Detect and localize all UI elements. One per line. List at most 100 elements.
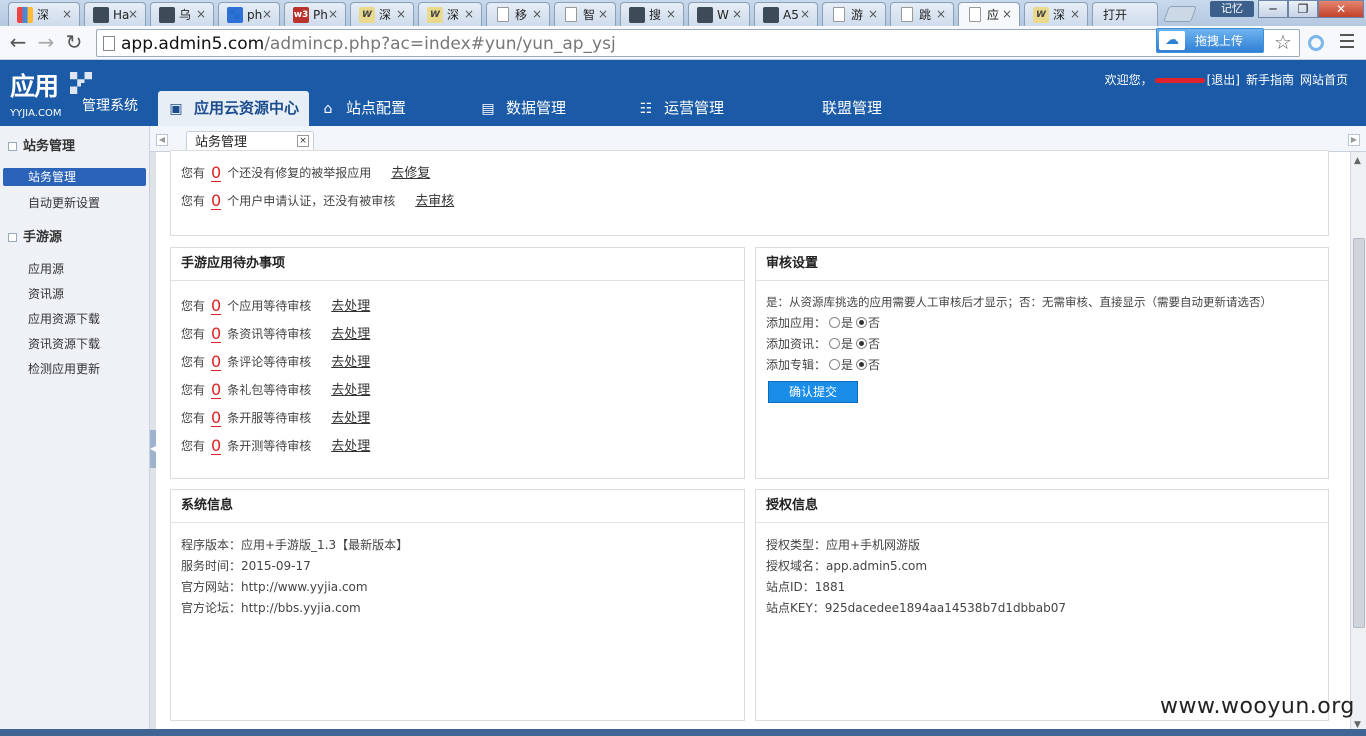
browser-tab[interactable]: 乌 ×	[150, 2, 214, 26]
minimize-button[interactable]: ─	[1258, 0, 1288, 18]
page-tab-strip: ◀ 站务管理 × ▶	[150, 126, 1366, 153]
menu-cloud-resource[interactable]: ▣ 应用云资源中心	[158, 91, 310, 126]
browser-tab[interactable]: W 深 ×	[418, 2, 482, 26]
option-add-album: 添加专辑： 是否	[766, 357, 880, 373]
close-window-button[interactable]: ✕	[1318, 0, 1364, 18]
scroll-thumb[interactable]	[1353, 238, 1365, 628]
upload-extension-button[interactable]: ☁ 拖拽上传	[1156, 28, 1264, 53]
service-time-line: 服务时间：2015-09-17	[181, 559, 311, 573]
scroll-up-icon[interactable]: ▲	[1354, 156, 1361, 166]
close-icon[interactable]: ×	[1002, 6, 1012, 22]
close-icon[interactable]: ×	[800, 6, 810, 22]
count-badge: 0	[211, 296, 222, 315]
sidebar-group-station[interactable]: 站务管理	[8, 138, 75, 156]
new-tab-button[interactable]	[1163, 6, 1197, 22]
sidebar-group-mobile-games[interactable]: 手游源	[8, 229, 62, 247]
page-scrollbar[interactable]: ▲ ▼	[1350, 152, 1366, 736]
maximize-button[interactable]: ❐	[1288, 0, 1318, 18]
menu-site-config[interactable]: ⌂ 站点配置	[320, 91, 406, 126]
sidebar-item-app-download[interactable]: 应用资源下载	[28, 310, 100, 328]
radio-yes[interactable]	[829, 359, 841, 370]
sidebar-item-station-manage[interactable]: 站务管理	[3, 168, 146, 186]
row-text: 个用户申请认证，还没有被审核	[227, 194, 396, 208]
browser-tab[interactable]: Ha ×	[84, 2, 146, 26]
close-icon[interactable]: ×	[532, 6, 542, 22]
radio-no[interactable]	[856, 359, 868, 370]
close-icon[interactable]: ×	[196, 6, 206, 22]
radio-no[interactable]	[856, 338, 868, 349]
menu-alliance[interactable]: 联盟管理	[822, 91, 882, 126]
tab-scroll-left-icon[interactable]: ◀	[156, 134, 168, 146]
forward-arrow-icon[interactable]: →	[34, 31, 58, 55]
bookmark-star-icon[interactable]: ☆	[1274, 30, 1292, 54]
browser-tab[interactable]: 深 ×	[8, 2, 80, 26]
process-link[interactable]: 去处理	[331, 298, 370, 316]
browser-tab-label: Ha	[113, 8, 130, 22]
browser-tab[interactable]: 🐾 ph ×	[218, 2, 280, 26]
tab-scroll-right-icon[interactable]: ▶	[1348, 134, 1360, 146]
guide-link[interactable]: 新手指南	[1246, 73, 1294, 87]
process-link[interactable]: 去处理	[331, 410, 370, 428]
close-icon[interactable]: ×	[732, 6, 742, 22]
close-icon[interactable]: ×	[464, 6, 474, 22]
browser-tab[interactable]: 打开	[1092, 2, 1158, 26]
close-icon[interactable]: ×	[396, 6, 406, 22]
review-settings-panel: 审核设置 是：从资源库挑选的应用需要人工审核后才显示；否：无需审核、直接显示（需…	[755, 247, 1329, 479]
sidebar-item-app-source[interactable]: 应用源	[28, 260, 64, 278]
count-badge: 0	[211, 191, 222, 210]
browser-tab[interactable]: 搜 ×	[620, 2, 684, 26]
sidebar-item-check-updates[interactable]: 检测应用更新	[28, 360, 100, 378]
sidebar-group-label: 站务管理	[23, 139, 76, 154]
process-link[interactable]: 去处理	[331, 326, 370, 344]
submit-button[interactable]: 确认提交	[768, 381, 858, 403]
browser-tab[interactable]: A5 ×	[754, 2, 818, 26]
sidebar-item-news-download[interactable]: 资讯资源下载	[28, 335, 100, 353]
browser-tab[interactable]: W 深 ×	[350, 2, 414, 26]
process-link[interactable]: 去处理	[331, 354, 370, 372]
process-link[interactable]: 去处理	[331, 438, 370, 456]
radio-yes[interactable]	[829, 338, 841, 349]
home-link[interactable]: 网站首页	[1300, 73, 1348, 87]
browser-tab[interactable]: 应 ×	[958, 2, 1020, 27]
fix-link[interactable]: 去修复	[391, 165, 430, 183]
close-icon[interactable]: ×	[328, 6, 338, 22]
sidebar-item-news-source[interactable]: 资讯源	[28, 285, 64, 303]
close-icon[interactable]: ×	[936, 6, 946, 22]
browser-tab[interactable]: 智 ×	[554, 2, 616, 26]
process-link[interactable]: 去处理	[331, 382, 370, 400]
browser-tab[interactable]: 游 ×	[822, 2, 886, 26]
extension-ring-icon[interactable]	[1308, 35, 1324, 51]
browser-tab[interactable]: W 深 ×	[1024, 2, 1088, 26]
browser-tab[interactable]: 移 ×	[486, 2, 550, 26]
browser-menu-icon[interactable]	[1340, 34, 1354, 50]
menu-data-manage[interactable]: ▤ 数据管理	[480, 91, 566, 126]
row-prefix: 您有	[181, 327, 206, 341]
radio-no[interactable]	[856, 317, 868, 328]
close-icon[interactable]: ×	[297, 135, 309, 147]
radio-yes-label: 是	[841, 337, 854, 351]
radio-no-label: 否	[868, 337, 881, 351]
radio-no-label: 否	[868, 358, 881, 372]
review-link[interactable]: 去审核	[415, 193, 454, 211]
row-text: 条开服等待审核	[227, 411, 312, 425]
reload-icon[interactable]: ↻	[62, 31, 86, 55]
back-arrow-icon[interactable]: ←	[6, 31, 30, 55]
radio-yes[interactable]	[829, 317, 841, 328]
logout-link[interactable]: [退出]	[1207, 73, 1240, 87]
address-bar[interactable]: app.admin5.com/admincp.php?ac=index#yun/…	[96, 29, 1300, 57]
close-icon[interactable]: ×	[128, 6, 138, 22]
browser-tab[interactable]: W ×	[688, 2, 750, 26]
close-icon[interactable]: ×	[1070, 6, 1080, 22]
url-text[interactable]: app.admin5.com/admincp.php?ac=index#yun/…	[121, 34, 616, 54]
close-icon[interactable]: ×	[62, 6, 72, 22]
close-icon[interactable]: ×	[666, 6, 676, 22]
close-icon[interactable]: ×	[262, 6, 272, 22]
row-text: 条评论等待审核	[227, 355, 312, 369]
system-title: 管理系统	[82, 98, 138, 114]
close-icon[interactable]: ×	[868, 6, 878, 22]
close-icon[interactable]: ×	[598, 6, 608, 22]
menu-operations[interactable]: ☷ 运营管理	[638, 91, 724, 126]
browser-tab[interactable]: 跳 ×	[890, 2, 954, 26]
browser-tab[interactable]: w3 Ph ×	[284, 2, 346, 26]
sidebar-item-auto-update[interactable]: 自动更新设置	[28, 194, 100, 212]
